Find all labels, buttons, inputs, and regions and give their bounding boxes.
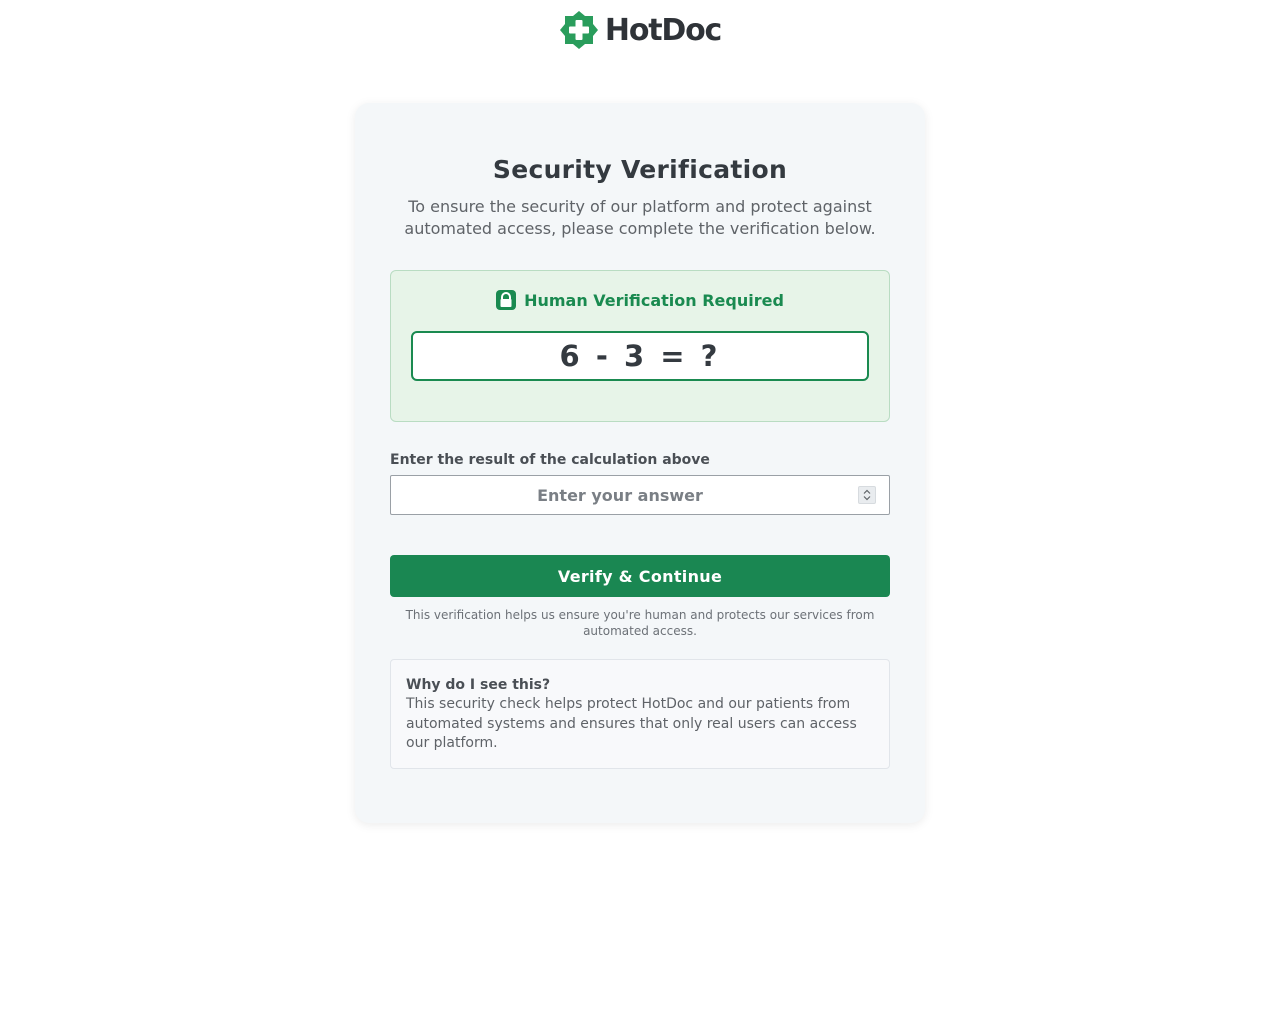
lock-icon [496, 290, 517, 310]
why-info-box: Why do I see this? This security check h… [390, 659, 890, 769]
header: HotDoc [0, 0, 1280, 60]
captcha-equation: 6 - 3 = ? [411, 331, 869, 381]
medical-cross-icon [559, 11, 598, 49]
brand-logo[interactable]: HotDoc [559, 8, 722, 52]
verification-card: Security Verification To ensure the secu… [355, 103, 925, 823]
number-spinner[interactable] [858, 486, 876, 504]
brand-name: HotDoc [604, 12, 722, 48]
answer-input[interactable] [390, 475, 890, 515]
human-verification-panel: Human Verification Required 6 - 3 = ? [390, 270, 890, 422]
spinner-arrows-icon [863, 489, 871, 501]
verify-continue-button[interactable]: Verify & Continue [390, 555, 890, 597]
page-subtitle: To ensure the security of our platform a… [404, 197, 876, 238]
verification-heading: Human Verification Required [391, 290, 889, 310]
verification-heading-text: Human Verification Required [524, 290, 784, 310]
answer-label: Enter the result of the calculation abov… [390, 452, 710, 468]
page-title: Security Verification [492, 155, 788, 184]
verification-note: This verification helps us ensure you're… [405, 608, 875, 638]
why-title: Why do I see this? [406, 677, 551, 693]
why-text: This security check helps protect HotDoc… [406, 696, 857, 751]
